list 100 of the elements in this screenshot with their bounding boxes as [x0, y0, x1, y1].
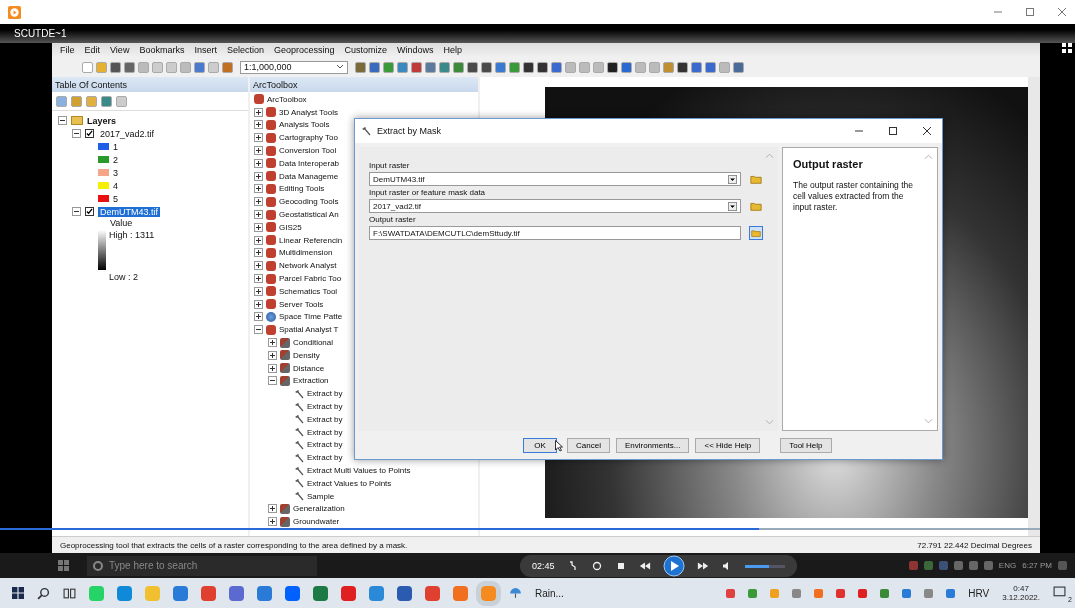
tool-icon[interactable]	[481, 61, 492, 73]
grid-icon[interactable]	[1062, 43, 1072, 53]
tree-item[interactable]: Extraction	[293, 376, 329, 386]
tray-icon[interactable]	[726, 588, 736, 598]
dialog-button[interactable]: Cancel	[567, 437, 610, 453]
search-field[interactable]: Type here to search	[87, 555, 317, 576]
rewind-icon[interactable]	[638, 561, 651, 571]
layer-checkbox[interactable]	[85, 207, 94, 216]
tree-item[interactable]: GIS25	[279, 222, 302, 232]
app-icon[interactable]	[257, 585, 272, 601]
tree-item[interactable]: Density	[293, 350, 320, 360]
tree-item[interactable]: Cartography Too	[279, 133, 338, 143]
menu-item[interactable]: Selection	[226, 45, 264, 55]
tree-item[interactable]: Distance	[293, 363, 325, 373]
collapse-icon[interactable]	[72, 129, 81, 138]
app-icon[interactable]	[453, 585, 468, 601]
expand-icon[interactable]	[268, 517, 277, 527]
tray-icon[interactable]	[814, 588, 824, 598]
dropdown-arrow-icon[interactable]	[728, 174, 737, 184]
tray-icon[interactable]	[858, 588, 868, 598]
collapse-icon[interactable]	[72, 207, 81, 216]
tree-item[interactable]: Geostatistical An	[279, 210, 339, 220]
tree-item[interactable]: Groundwater	[293, 517, 340, 527]
collapse-icon[interactable]	[254, 325, 263, 335]
browse-folder-icon[interactable]	[749, 226, 763, 240]
dialog-button[interactable]: << Hide Help	[695, 437, 761, 453]
input-field[interactable]: F:\SWATDATA\DEMCUTLC\demSttudy.tif	[369, 226, 741, 240]
app-icon[interactable]	[173, 585, 188, 601]
expand-icon[interactable]	[254, 120, 263, 130]
tree-item[interactable]: Extract by	[307, 453, 343, 463]
expand-icon[interactable]	[268, 504, 277, 514]
weather-text[interactable]: Rain...	[535, 587, 564, 599]
collapse-icon[interactable]	[58, 116, 67, 125]
scale-dropdown[interactable]: 1:1,000,000	[240, 60, 348, 74]
tree-item[interactable]: Extract Values to Points	[307, 478, 392, 488]
tray-icon[interactable]	[836, 588, 846, 598]
menu-item[interactable]: Help	[443, 45, 463, 55]
menu-item[interactable]: Windows	[397, 45, 434, 55]
dropdown-arrow-icon[interactable]	[728, 201, 737, 211]
app-icon[interactable]	[285, 585, 300, 601]
play-button[interactable]	[662, 555, 685, 577]
collapse-icon[interactable]	[268, 376, 277, 386]
tree-item[interactable]: Schematics Tool	[279, 286, 338, 296]
tool-icon[interactable]	[677, 61, 688, 73]
scrollbar[interactable]	[1028, 77, 1040, 536]
dropdown-field[interactable]: 2017_vad2.tif	[369, 199, 741, 213]
tray-icon[interactable]	[880, 588, 890, 598]
tree-item[interactable]: Space Time Patte	[279, 312, 343, 322]
expand-icon[interactable]	[254, 248, 263, 258]
app-icon[interactable]	[425, 585, 440, 601]
tree-item[interactable]: Generalization	[293, 504, 345, 514]
tree-item[interactable]: Extract by	[307, 414, 343, 424]
fast-forward-icon[interactable]	[696, 561, 709, 571]
tree-item[interactable]: 3D Analyst Tools	[279, 107, 338, 117]
expand-icon[interactable]	[254, 312, 263, 322]
tree-item[interactable]: Conversion Tool	[279, 146, 337, 156]
tree-item[interactable]: Analysis Tools	[279, 120, 330, 130]
app-icon[interactable]	[369, 585, 384, 601]
expand-icon[interactable]	[268, 338, 277, 348]
tree-item[interactable]: Editing Tools	[279, 184, 325, 194]
tree-item[interactable]: Conditional	[293, 338, 334, 348]
menu-item[interactable]: Bookmarks	[139, 45, 185, 55]
volume-slider[interactable]	[744, 564, 785, 568]
tree-item[interactable]: Server Tools	[279, 299, 324, 309]
app-icon[interactable]	[201, 585, 216, 601]
expand-icon[interactable]	[268, 350, 277, 360]
menu-item[interactable]: File	[60, 45, 75, 55]
expand-icon[interactable]	[254, 235, 263, 245]
tree-item[interactable]: Multidimension	[279, 248, 333, 258]
expand-icon[interactable]	[254, 274, 263, 284]
tool-icon[interactable]	[537, 61, 548, 73]
tree-item[interactable]: Sample	[307, 491, 335, 501]
close-icon[interactable]	[922, 126, 932, 136]
expand-icon[interactable]	[254, 222, 263, 232]
tree-item[interactable]: Data Manageme	[279, 171, 339, 181]
windows-logo-icon[interactable]	[12, 587, 24, 599]
tray-icon[interactable]	[792, 588, 802, 598]
maximize-icon[interactable]	[888, 126, 898, 136]
tree-item[interactable]: Parcel Fabric Too	[279, 274, 342, 284]
menu-item[interactable]: Insert	[194, 45, 217, 55]
menu-item[interactable]: Edit	[84, 45, 101, 55]
tool-icon[interactable]	[523, 61, 534, 73]
tree-item[interactable]: ArcToolbox	[267, 94, 307, 104]
tree-item[interactable]: Extract by	[307, 402, 343, 411]
tool-icon[interactable]	[607, 61, 618, 73]
language-indicator[interactable]: HRV	[968, 587, 990, 599]
app-icon[interactable]	[229, 585, 244, 601]
tool-icon[interactable]	[467, 61, 478, 73]
repeat-icon[interactable]	[590, 561, 603, 571]
tray-icon[interactable]	[946, 588, 956, 598]
menu-item[interactable]: View	[110, 45, 130, 55]
dialog-button[interactable]: Environments...	[615, 437, 690, 453]
layer-name[interactable]: 2017_vad2.tif	[98, 128, 157, 139]
tree-item[interactable]: Geocoding Tools	[279, 197, 339, 207]
tray-icon[interactable]	[748, 588, 758, 598]
expand-icon[interactable]	[254, 286, 263, 296]
tree-item[interactable]: Extract by	[307, 389, 343, 399]
expand-icon[interactable]	[254, 184, 263, 194]
expand-icon[interactable]	[254, 146, 263, 156]
layer-name[interactable]: DemUTM43.tif	[98, 206, 160, 217]
